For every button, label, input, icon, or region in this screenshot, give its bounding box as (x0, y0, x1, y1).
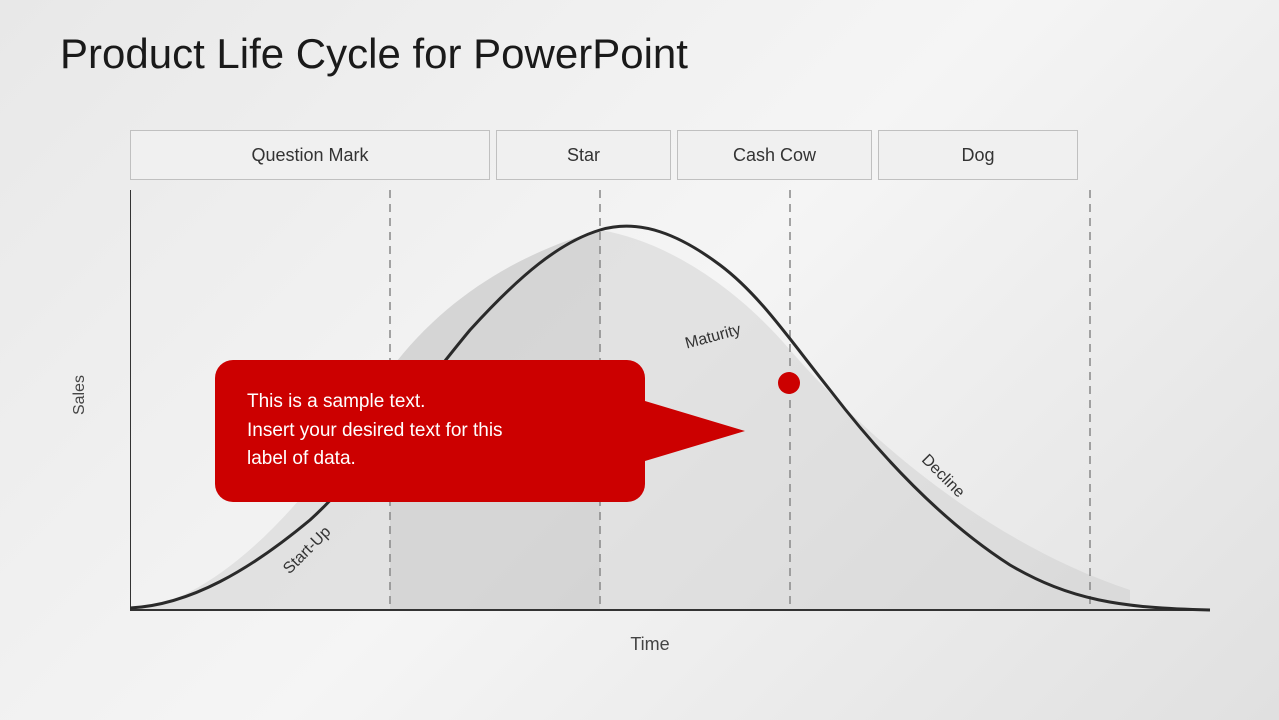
data-point-dot (778, 372, 800, 394)
phase-question-mark: Question Mark (130, 130, 490, 180)
slide: Product Life Cycle for PowerPoint Sales … (0, 0, 1279, 720)
y-axis-label: Sales (71, 375, 89, 415)
callout-box: This is a sample text. Insert your desir… (215, 360, 645, 502)
phase-labels: Question Mark Star Cash Cow Dog (130, 130, 1230, 180)
chart-area: Sales Question Mark Star Cash Cow Dog (60, 130, 1240, 660)
phase-dog: Dog (878, 130, 1078, 180)
callout-line2: Insert your desired text for this (247, 420, 503, 441)
page-title: Product Life Cycle for PowerPoint (60, 30, 1239, 78)
x-axis-label: Time (630, 634, 669, 655)
phase-star: Star (496, 130, 671, 180)
callout-line3: label of data. (247, 448, 356, 469)
phase-cash-cow: Cash Cow (677, 130, 872, 180)
callout-line1: This is a sample text. (247, 391, 425, 412)
